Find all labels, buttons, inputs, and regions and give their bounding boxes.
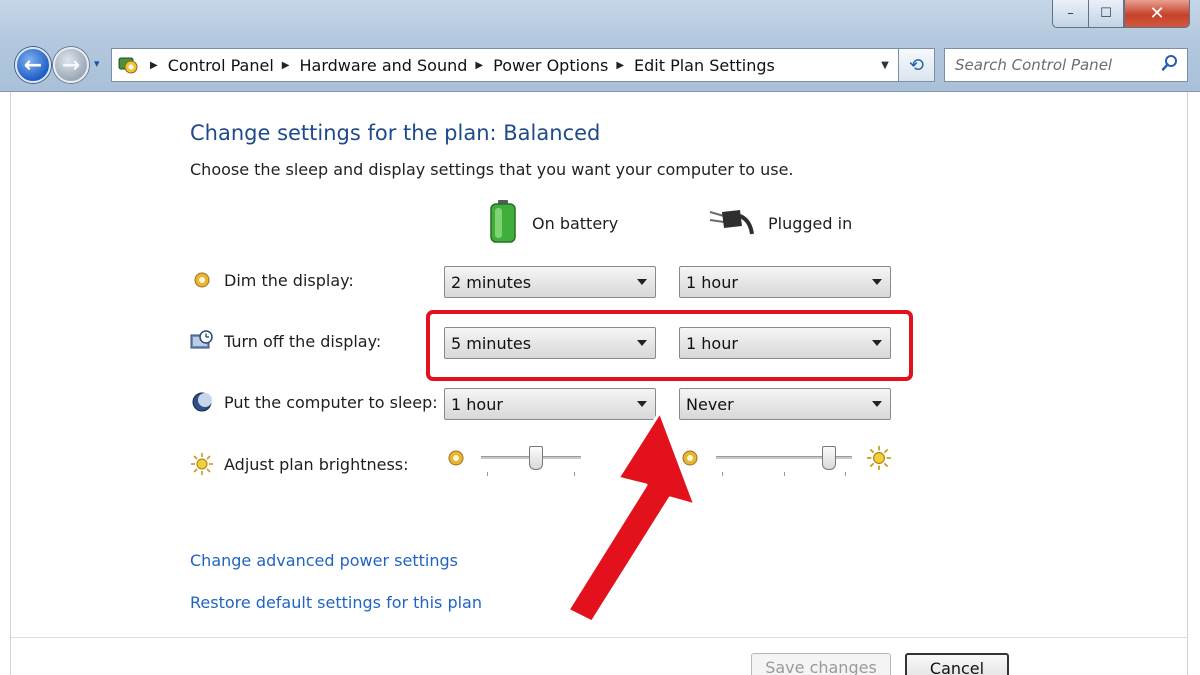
breadcrumb-separator-icon[interactable]: ▶ (475, 60, 483, 71)
battery-icon (488, 199, 518, 247)
brightness-label: Adjust plan brightness: (224, 454, 409, 474)
highlight-annotation-box (426, 310, 913, 381)
recent-pages-chevron-icon[interactable]: ▾ (94, 57, 100, 70)
slider-ticks (722, 472, 846, 476)
breadcrumb-hardware-and-sound[interactable]: Hardware and Sound (300, 56, 468, 75)
plugged-in-label: Plugged in (768, 213, 853, 233)
dim-display-battery-value: 2 minutes (451, 272, 532, 292)
breadcrumb-separator-icon[interactable]: ▶ (282, 60, 290, 71)
row-turn-off-display: Turn off the display: (190, 329, 381, 353)
breadcrumb-power-options[interactable]: Power Options (493, 56, 608, 75)
window-controls: – ☐ ✕ (1052, 0, 1190, 28)
dim-display-icon (190, 268, 214, 292)
search-input[interactable] (955, 56, 1155, 74)
turn-off-display-label: Turn off the display: (224, 331, 382, 351)
save-changes-button[interactable]: Save changes (751, 653, 891, 675)
column-header-plugged-in: Plugged in (708, 200, 852, 246)
dropdown-arrow-icon (872, 279, 882, 285)
back-button[interactable]: ← (15, 47, 51, 83)
search-icon[interactable] (1161, 54, 1179, 76)
page-subtitle: Choose the sleep and display settings th… (190, 160, 794, 179)
page-title: Change settings for the plan: Balanced (190, 121, 601, 145)
brightness-low-icon (681, 449, 699, 471)
monitor-clock-icon (190, 329, 214, 353)
dropdown-arrow-icon (872, 401, 882, 407)
forward-button[interactable]: → (53, 47, 89, 83)
breadcrumb-edit-plan-settings[interactable]: Edit Plan Settings (634, 56, 775, 75)
row-dim-display: Dim the display: (190, 268, 354, 292)
slider-thumb[interactable] (821, 446, 836, 470)
search-box[interactable] (944, 48, 1188, 82)
refresh-button[interactable]: ⟲ (899, 48, 935, 82)
breadcrumb-control-panel[interactable]: Control Panel (168, 56, 274, 75)
slider-thumb[interactable] (529, 446, 543, 470)
dim-display-plugged-select[interactable]: 1 hour (679, 266, 891, 298)
moon-icon (190, 390, 214, 414)
close-button[interactable]: ✕ (1124, 0, 1190, 28)
content-area (10, 92, 1188, 675)
minimize-button[interactable]: – (1052, 0, 1088, 28)
dropdown-arrow-icon (637, 279, 647, 285)
sleep-plugged-select[interactable]: Never (679, 388, 891, 420)
column-header-on-battery: On battery (488, 200, 618, 246)
sleep-battery-select[interactable]: 1 hour (444, 388, 656, 420)
address-dropdown-icon[interactable]: ▼ (872, 60, 898, 71)
window-titlebar: – ☐ ✕ ← → ▾ ▶ Control Panel ▶ Hardware a… (0, 0, 1200, 92)
cancel-button[interactable]: Cancel (905, 653, 1009, 675)
row-sleep: Put the computer to sleep: (190, 390, 438, 414)
sleep-label: Put the computer to sleep: (224, 392, 438, 412)
maximize-button[interactable]: ☐ (1088, 0, 1124, 28)
brightness-battery-slider[interactable] (481, 446, 581, 476)
brightness-plugged-slider[interactable] (716, 446, 852, 476)
breadcrumb-separator-icon: ▶ (150, 59, 158, 71)
brightness-low-icon (447, 449, 465, 471)
footer-divider (11, 637, 1188, 638)
control-panel-icon (116, 53, 140, 77)
dim-display-battery-select[interactable]: 2 minutes (444, 266, 656, 298)
slider-ticks (487, 472, 575, 476)
on-battery-label: On battery (532, 213, 619, 233)
dim-display-label: Dim the display: (224, 270, 354, 290)
sun-icon (190, 452, 214, 476)
sleep-battery-value: 1 hour (451, 394, 503, 414)
dim-display-plugged-value: 1 hour (686, 272, 738, 292)
power-plug-icon (708, 206, 754, 240)
row-brightness: Adjust plan brightness: (190, 452, 409, 476)
brightness-high-icon (866, 445, 892, 475)
change-advanced-power-settings-link[interactable]: Change advanced power settings (190, 551, 458, 570)
address-bar[interactable]: ▶ Control Panel ▶ Hardware and Sound ▶ P… (111, 48, 899, 82)
sleep-plugged-value: Never (686, 394, 734, 414)
breadcrumb-separator-icon[interactable]: ▶ (616, 60, 624, 71)
restore-default-settings-link[interactable]: Restore default settings for this plan (190, 593, 482, 612)
dropdown-arrow-icon (637, 401, 647, 407)
